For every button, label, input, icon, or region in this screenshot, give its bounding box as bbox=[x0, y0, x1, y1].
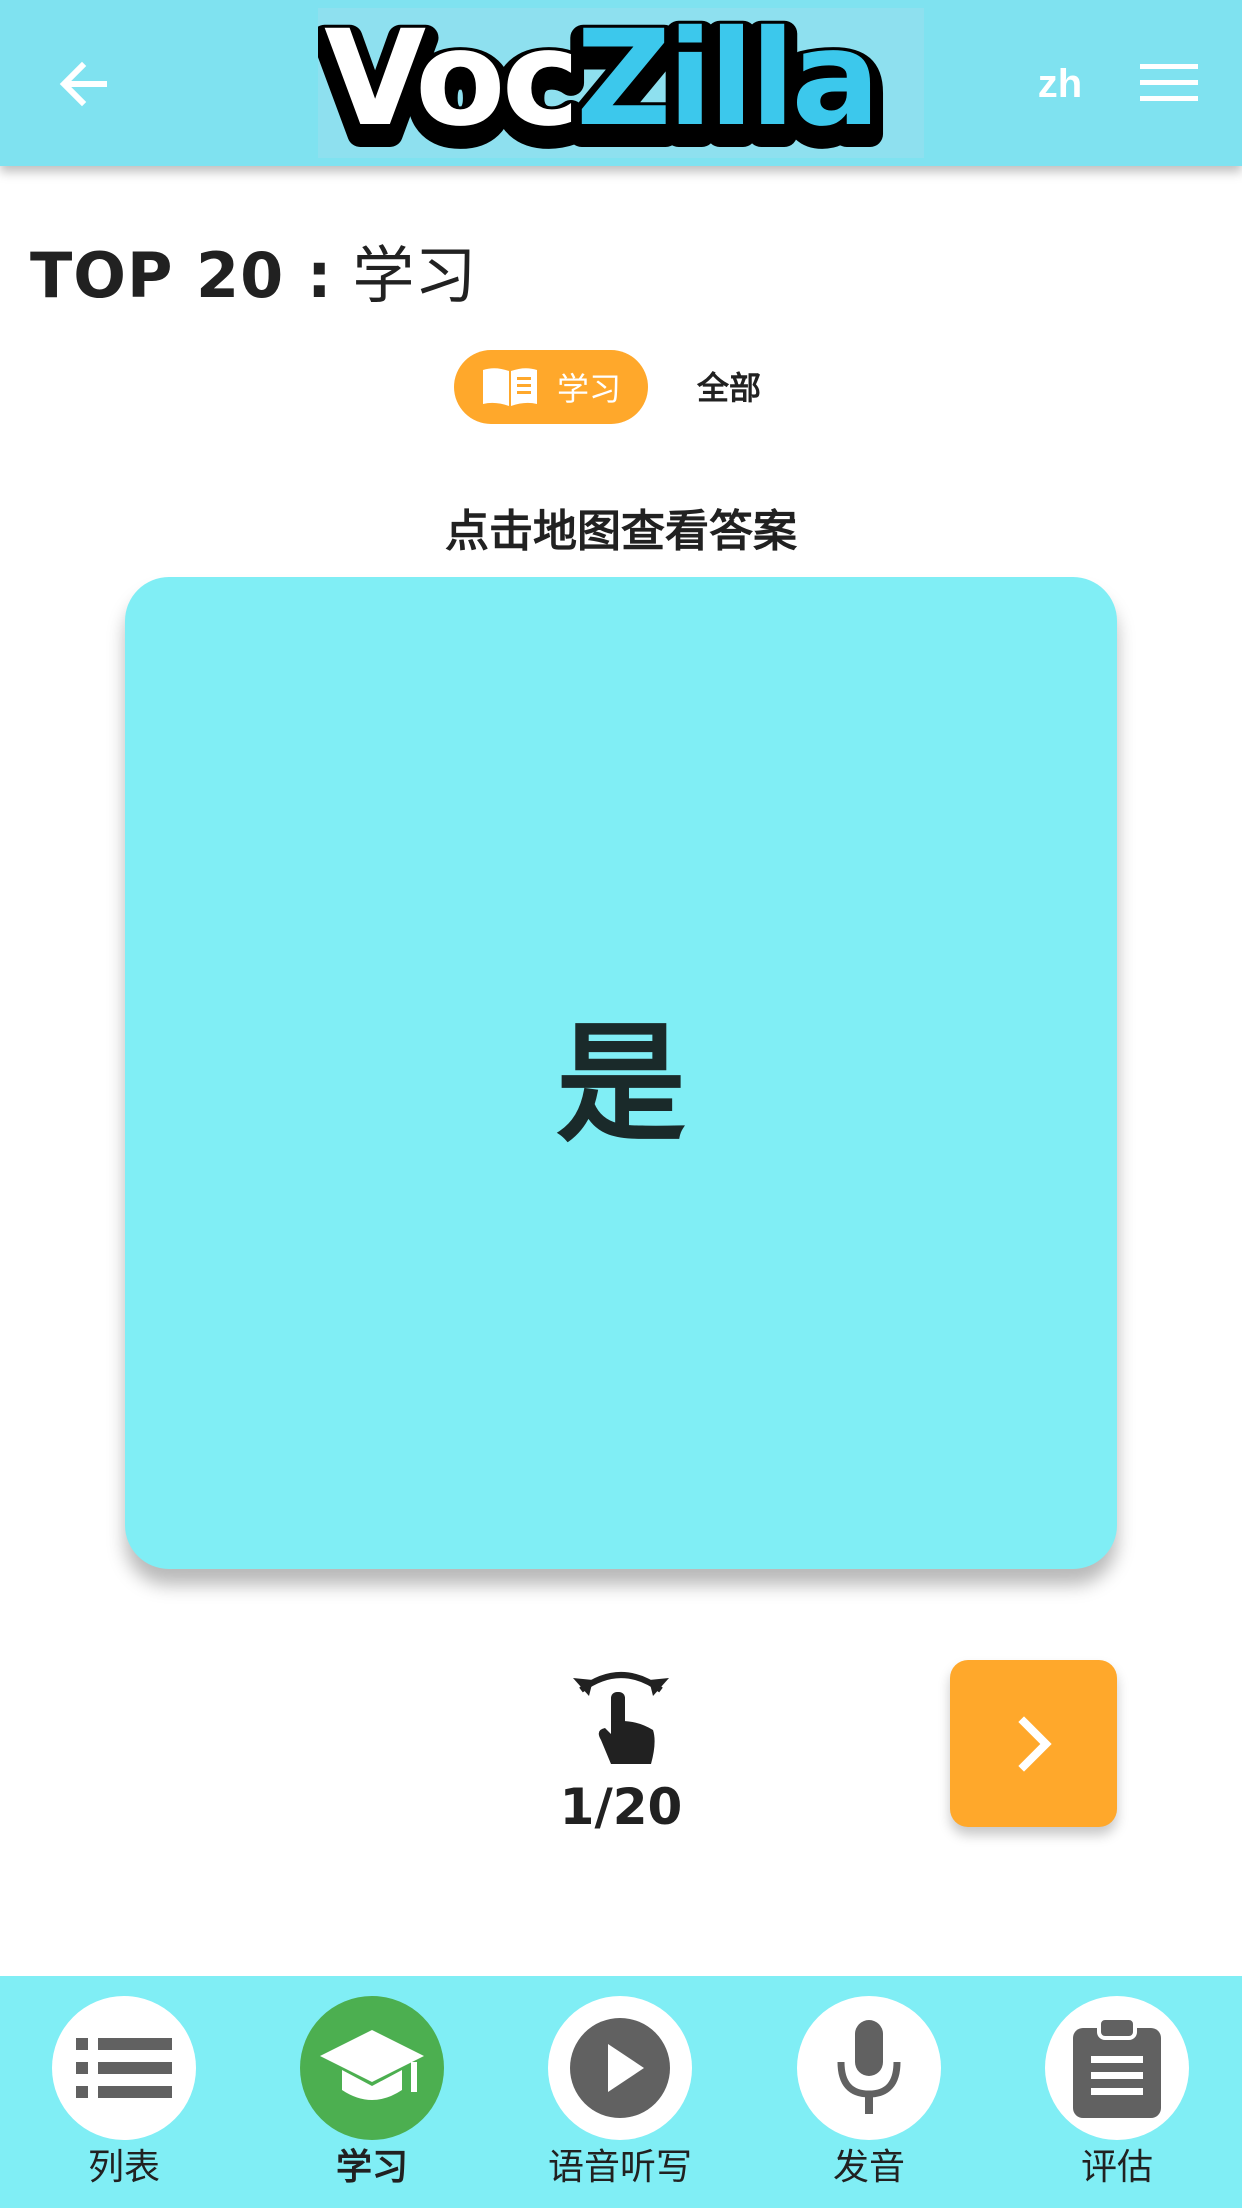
nav-item-dictation[interactable]: 语音听写 bbox=[540, 1996, 700, 2208]
language-button[interactable]: zh bbox=[1020, 56, 1100, 112]
page-title: TOP 20 : 学习 bbox=[30, 236, 476, 316]
logo-zilla-fill: Zilla bbox=[576, 8, 877, 156]
logo-voc-fill: Voc bbox=[324, 8, 576, 156]
play-icon bbox=[570, 2018, 670, 2118]
page-title-sub: 学习 bbox=[352, 239, 477, 312]
nav-label-pronunciation: 发音 bbox=[832, 2147, 905, 2188]
microphone-icon bbox=[837, 2020, 901, 2114]
nav-label-learn: 学习 bbox=[335, 2147, 408, 2188]
instruction-text: 点击地图查看答案 bbox=[445, 506, 797, 557]
all-mode-button[interactable]: 全部 bbox=[684, 360, 774, 416]
nav-label-assessment: 评估 bbox=[1080, 2147, 1153, 2188]
graduation-cap-icon bbox=[320, 2030, 424, 2100]
tap-rotate-icon[interactable] bbox=[571, 1666, 671, 1770]
nav-item-assessment[interactable]: 评估 bbox=[1037, 1996, 1197, 2208]
learn-mode-button[interactable]: 学习 bbox=[454, 350, 648, 424]
nav-label-dictation: 语音听写 bbox=[547, 2147, 692, 2188]
nav-item-list[interactable]: 列表 bbox=[44, 1996, 204, 2208]
book-icon bbox=[482, 368, 537, 406]
learn-mode-label: 学习 bbox=[556, 370, 621, 408]
list-icon bbox=[76, 2038, 172, 2098]
progress-counter: 1/20 bbox=[559, 1778, 683, 1836]
svg-text:VocZilla: VocZilla bbox=[324, 8, 876, 156]
menu-button[interactable] bbox=[1140, 58, 1198, 108]
page-title-top: TOP 20 : bbox=[30, 239, 333, 312]
nav-item-learn[interactable]: 学习 bbox=[292, 1996, 452, 2208]
back-button[interactable] bbox=[52, 52, 116, 116]
next-button[interactable] bbox=[950, 1660, 1117, 1827]
nav-item-pronunciation[interactable]: 发音 bbox=[789, 1996, 949, 2208]
hamburger-menu-icon bbox=[1140, 64, 1198, 101]
nav-label-list: 列表 bbox=[87, 2147, 160, 2188]
flashcard[interactable]: 是 bbox=[125, 577, 1117, 1569]
bottom-navigation: 列表 学习 语音听写 发音 评估 bbox=[0, 1976, 1242, 2208]
app-logo: VocZilla VocZilla bbox=[318, 8, 924, 158]
chevron-right-icon bbox=[1017, 1715, 1052, 1772]
flashcard-word: 是 bbox=[555, 1008, 686, 1160]
clipboard-icon bbox=[1073, 2016, 1161, 2118]
arrow-left-icon bbox=[59, 61, 107, 107]
app-header: VocZilla VocZilla zh bbox=[0, 0, 1242, 166]
